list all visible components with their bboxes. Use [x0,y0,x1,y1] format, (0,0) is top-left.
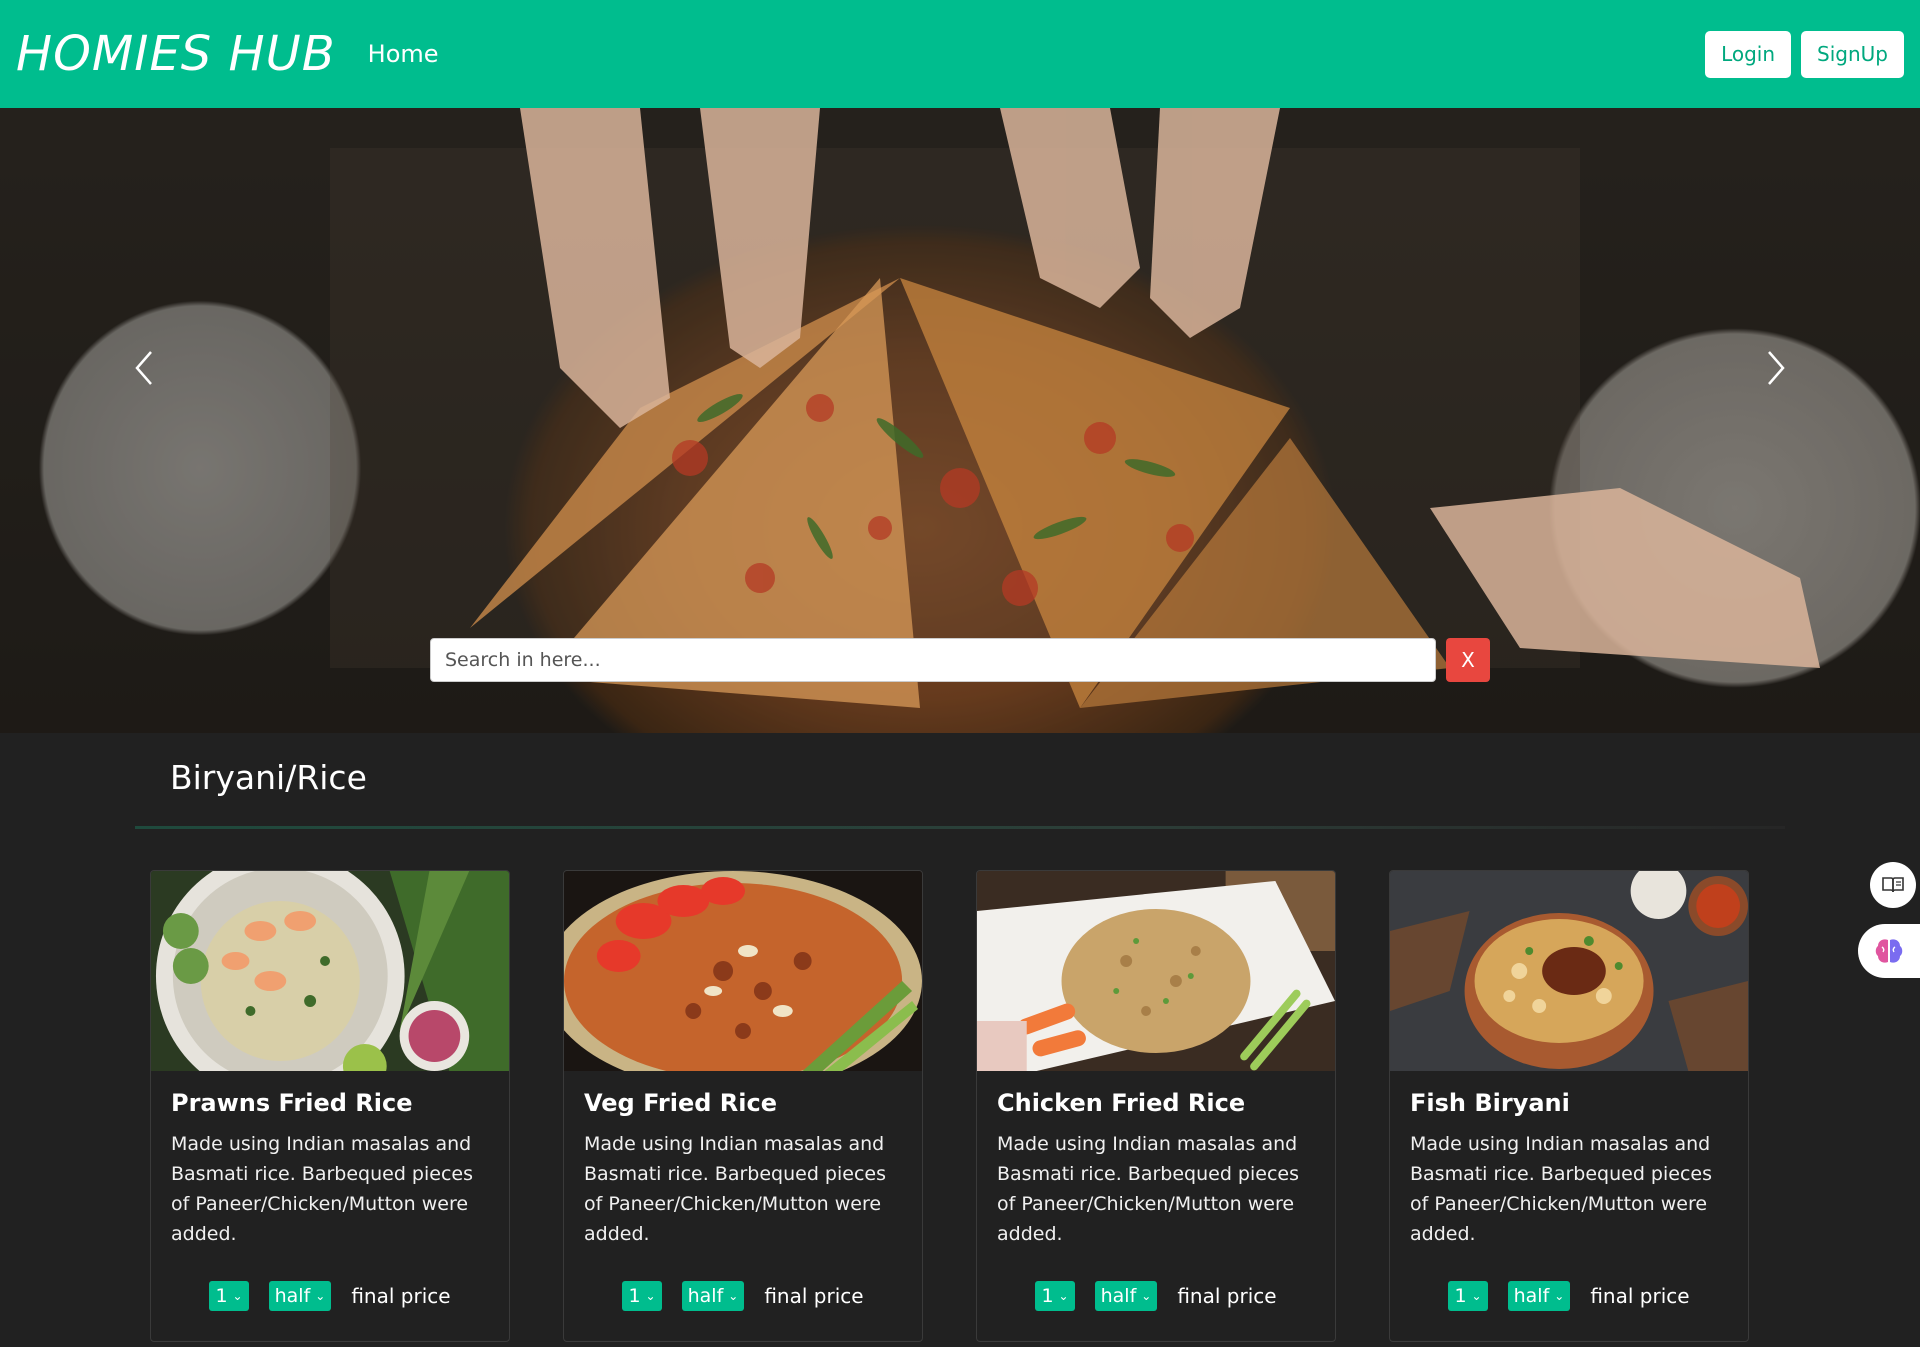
quantity-value: 1 [628,1285,641,1307]
chevron-down-icon: ⌄ [1554,1289,1565,1303]
reader-mode-button[interactable] [1870,862,1916,908]
chevron-down-icon: ⌄ [728,1289,739,1303]
category-divider [135,826,1785,829]
menu-card: Chicken Fried Rice Made using Indian mas… [976,870,1336,1342]
card-footer: 1 ⌄ half ⌄ final price [977,1281,1335,1311]
quantity-value: 1 [215,1285,228,1307]
quantity-value: 1 [1454,1285,1467,1307]
chicken-fried-rice-image [977,871,1335,1071]
size-select[interactable]: half ⌄ [1094,1281,1158,1311]
category-title: Biryani/Rice [170,758,367,797]
menu-card: Prawns Fried Rice Made using Indian masa… [150,870,510,1342]
card-description: Made using Indian masalas and Basmati ri… [584,1133,886,1245]
final-price-label: final price [351,1284,451,1308]
quantity-select[interactable]: 1 ⌄ [1035,1281,1075,1311]
card-title: Fish Biryani [1410,1089,1570,1117]
chevron-down-icon: ⌄ [232,1289,243,1303]
card-footer: 1 ⌄ half ⌄ final price [1390,1281,1748,1311]
quantity-select[interactable]: 1 ⌄ [209,1281,249,1311]
nav-home-link[interactable]: Home [368,40,439,68]
size-select[interactable]: half ⌄ [1507,1281,1571,1311]
veg-fried-rice-image [564,871,922,1071]
card-description: Made using Indian masalas and Basmati ri… [997,1133,1299,1245]
size-select[interactable]: half ⌄ [268,1281,332,1311]
card-title: Prawns Fried Rice [171,1089,413,1117]
book-reader-icon [1882,877,1904,893]
search-input[interactable] [430,638,1436,682]
carousel-prev-button[interactable] [115,318,175,418]
final-price-label: final price [1590,1284,1690,1308]
size-value: half [1513,1285,1550,1307]
brain-icon [1875,939,1903,963]
ai-assistant-button[interactable] [1858,924,1920,978]
hero-carousel: X [0,108,1920,733]
search-bar: X [430,638,1490,682]
size-value: half [1100,1285,1137,1307]
signup-button[interactable]: SignUp [1801,30,1904,78]
size-select[interactable]: half ⌄ [681,1281,745,1311]
quantity-select[interactable]: 1 ⌄ [1448,1281,1488,1311]
clear-search-button[interactable]: X [1446,638,1490,682]
menu-card: Fish Biryani Made using Indian masalas a… [1389,870,1749,1342]
chevron-down-icon: ⌄ [315,1289,326,1303]
chevron-down-icon: ⌄ [645,1289,656,1303]
menu-card-list: Prawns Fried Rice Made using Indian masa… [150,870,1749,1342]
fish-biryani-image [1390,871,1748,1071]
chevron-down-icon: ⌄ [1471,1289,1482,1303]
carousel-next-button[interactable] [1745,318,1805,418]
card-title: Chicken Fried Rice [997,1089,1246,1117]
auth-buttons: Login SignUp [1705,30,1904,78]
final-price-label: final price [764,1284,864,1308]
chevron-left-icon [135,351,152,385]
card-description: Made using Indian masalas and Basmati ri… [171,1133,473,1245]
size-value: half [687,1285,724,1307]
quantity-select[interactable]: 1 ⌄ [622,1281,662,1311]
quantity-value: 1 [1041,1285,1054,1307]
chevron-down-icon: ⌄ [1141,1289,1152,1303]
final-price-label: final price [1177,1284,1277,1308]
login-button[interactable]: Login [1705,30,1792,78]
chevron-right-icon [1768,351,1785,385]
card-description: Made using Indian masalas and Basmati ri… [1410,1133,1712,1245]
card-footer: 1 ⌄ half ⌄ final price [151,1281,509,1311]
navbar: HOMIES HUB Home Login SignUp [0,0,1920,108]
brand-logo[interactable]: HOMIES HUB [16,26,336,82]
prawns-fried-rice-image [151,871,509,1071]
size-value: half [274,1285,311,1307]
menu-card: Veg Fried Rice Made using Indian masalas… [563,870,923,1342]
card-title: Veg Fried Rice [584,1089,778,1117]
chevron-down-icon: ⌄ [1058,1289,1069,1303]
card-footer: 1 ⌄ half ⌄ final price [564,1281,922,1311]
